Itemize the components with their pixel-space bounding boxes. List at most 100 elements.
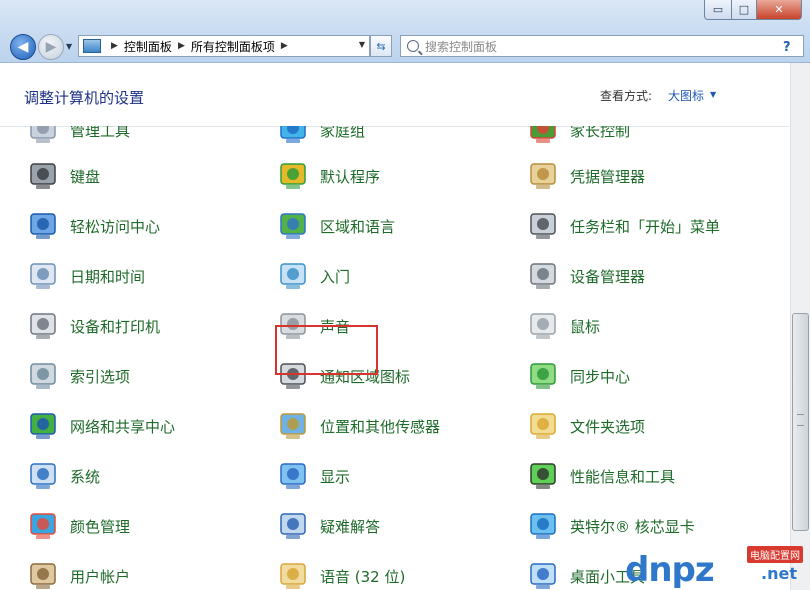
control-panel-item[interactable]: 默认程序	[276, 156, 380, 196]
address-dropdown[interactable]: ▼	[359, 40, 365, 49]
breadcrumb-all-items[interactable]: 所有控制面板项	[191, 38, 275, 55]
control-panel-item-label[interactable]: 凭据管理器	[570, 166, 645, 187]
control-panel-item-label[interactable]: 家长控制	[570, 126, 630, 141]
chevron-right-icon[interactable]: ▶	[178, 41, 185, 51]
arrow-left-icon: ◀	[17, 39, 29, 55]
control-panel-item[interactable]: 鼠标	[526, 306, 600, 346]
control-panel-item[interactable]: 显示	[276, 456, 350, 496]
control-panel-item[interactable]: 文件夹选项	[526, 406, 645, 446]
control-panel-item-label[interactable]: 键盘	[70, 166, 100, 187]
control-panel-item-label[interactable]: 语音 (32 位)	[320, 566, 405, 587]
control-panel-item[interactable]: 设备和打印机	[26, 306, 160, 346]
control-panel-item-label[interactable]: 日期和时间	[70, 266, 145, 287]
scrollbar-thumb[interactable]	[792, 313, 809, 531]
control-panel-item-label[interactable]: 系统	[70, 466, 100, 487]
parental-controls-icon	[526, 126, 562, 148]
control-panel-item[interactable]: 网络和共享中心	[26, 406, 175, 446]
control-panel-item-label[interactable]: 入门	[320, 266, 350, 287]
watermark-domain: .net	[761, 564, 797, 583]
control-panel-item[interactable]: 凭据管理器	[526, 156, 645, 196]
control-panel-item[interactable]: 索引选项	[26, 356, 130, 396]
control-panel-item[interactable]: 入门	[276, 256, 350, 296]
control-panel-item-label[interactable]: 管理工具	[70, 126, 130, 141]
highlight-box	[275, 325, 378, 375]
control-panel-item-label[interactable]: 颜色管理	[70, 516, 130, 537]
control-panel-item-label[interactable]: 文件夹选项	[570, 416, 645, 437]
troubleshooting-icon	[276, 508, 312, 544]
control-panel-item-label[interactable]: 疑难解答	[320, 516, 380, 537]
control-panel-item[interactable]: 家长控制	[526, 126, 630, 150]
control-panel-item[interactable]: 设备管理器	[526, 256, 645, 296]
sync-center-icon	[526, 358, 562, 394]
control-panel-item-label[interactable]: 默认程序	[320, 166, 380, 187]
control-panel-item-label[interactable]: 区域和语言	[320, 216, 395, 237]
page-title: 调整计算机的设置	[24, 89, 145, 107]
help-button[interactable]: ?	[783, 40, 791, 55]
control-panel-item[interactable]: 家庭组	[276, 126, 365, 150]
control-panel-item[interactable]: 轻松访问中心	[26, 206, 160, 246]
back-button[interactable]: ◀	[10, 34, 36, 60]
control-panel-item[interactable]: 用户帐户	[26, 556, 130, 590]
title-bar: ▭ □ ✕	[0, 0, 810, 30]
control-panel-item-label[interactable]: 设备管理器	[570, 266, 645, 287]
maximize-button[interactable]: □	[732, 0, 757, 20]
control-panel-item[interactable]: 语音 (32 位)	[276, 556, 405, 590]
keyboard-icon	[26, 158, 62, 194]
control-panel-item-label[interactable]: 设备和打印机	[70, 316, 160, 337]
user-accounts-icon	[26, 558, 62, 590]
recent-pages-dropdown[interactable]: ▼	[66, 42, 72, 51]
control-panel-item[interactable]: 颜色管理	[26, 506, 130, 546]
control-panel-item-label[interactable]: 索引选项	[70, 366, 130, 387]
search-input[interactable]: 搜索控制面板	[425, 38, 497, 55]
control-panel-item[interactable]: 日期和时间	[26, 256, 145, 296]
content-header: 调整计算机的设置 查看方式: 大图标 ▼	[0, 63, 790, 127]
control-panel-item[interactable]: 键盘	[26, 156, 100, 196]
control-panel-item-label[interactable]: 网络和共享中心	[70, 416, 175, 437]
view-by-label: 查看方式:	[600, 89, 653, 103]
control-panel-item-label[interactable]: 任务栏和「开始」菜单	[570, 216, 720, 237]
navigation-bar: ◀ ▶ ▼ ▶ 控制面板 ▶ 所有控制面板项 ▶ ▼ ⇆ 搜索控制面板	[0, 30, 810, 63]
watermark-logo: dnpz 电脑配置网 .net	[625, 538, 805, 590]
chevron-right-icon[interactable]: ▶	[111, 41, 118, 51]
chevron-right-icon[interactable]: ▶	[281, 41, 288, 51]
network-icon	[26, 408, 62, 444]
control-panel-item-label[interactable]: 家庭组	[320, 126, 365, 141]
control-panel-item[interactable]: 管理工具	[26, 126, 130, 150]
address-bar[interactable]: ▶ 控制面板 ▶ 所有控制面板项 ▶ ▼	[78, 35, 370, 57]
close-button[interactable]: ✕	[757, 0, 802, 20]
control-panel-item-label[interactable]: 位置和其他传感器	[320, 416, 440, 437]
mouse-icon	[526, 308, 562, 344]
forward-button[interactable]: ▶	[38, 34, 64, 60]
printer-icon	[26, 308, 62, 344]
control-panel-item-label[interactable]: 性能信息和工具	[570, 466, 675, 487]
chevron-down-icon[interactable]: ▼	[710, 90, 716, 99]
control-panel-item-label[interactable]: 英特尔® 核芯显卡	[570, 516, 695, 537]
device-manager-icon	[526, 258, 562, 294]
date-time-icon	[26, 258, 62, 294]
minimize-button[interactable]: ▭	[704, 0, 732, 20]
control-panel-item-label[interactable]: 显示	[320, 466, 350, 487]
credential-manager-icon	[526, 158, 562, 194]
control-panel-items: 管理工具键盘轻松访问中心 日期和时间设备和打印机 索引选项网络和共享中心 系统颜色管理…	[0, 126, 790, 590]
speech-icon	[276, 558, 312, 590]
search-box[interactable]: 搜索控制面板	[400, 35, 804, 57]
control-panel-item[interactable]: 系统	[26, 456, 100, 496]
control-panel-item[interactable]: 性能信息和工具	[526, 456, 675, 496]
control-panel-item[interactable]: 疑难解答	[276, 506, 380, 546]
breadcrumb-control-panel[interactable]: 控制面板	[124, 38, 172, 55]
control-panel-item-label[interactable]: 用户帐户	[70, 566, 130, 587]
control-panel-item[interactable]: 同步中心	[526, 356, 630, 396]
indexing-icon	[26, 358, 62, 394]
view-by-dropdown[interactable]: 大图标	[668, 87, 704, 104]
control-panel-item-label[interactable]: 轻松访问中心	[70, 216, 160, 237]
getting-started-icon	[276, 258, 312, 294]
search-icon	[407, 40, 419, 52]
control-panel-item[interactable]: 任务栏和「开始」菜单	[526, 206, 720, 246]
refresh-button[interactable]: ⇆	[370, 35, 392, 57]
refresh-icon: ⇆	[376, 39, 386, 53]
control-panel-item[interactable]: 位置和其他传感器	[276, 406, 440, 446]
control-panel-item[interactable]: 区域和语言	[276, 206, 395, 246]
arrow-right-icon: ▶	[45, 39, 57, 55]
control-panel-item-label[interactable]: 同步中心	[570, 366, 630, 387]
control-panel-item-label[interactable]: 鼠标	[570, 316, 600, 337]
